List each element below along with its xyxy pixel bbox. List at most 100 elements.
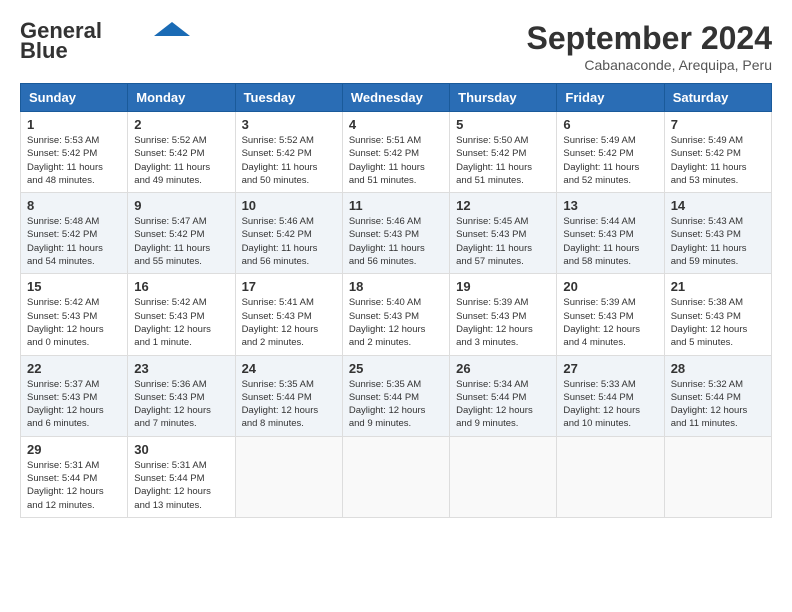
day-number: 24 (242, 361, 336, 376)
calendar-cell: 4 Sunrise: 5:51 AMSunset: 5:42 PMDaylight… (342, 112, 449, 193)
day-info: Sunrise: 5:46 AMSunset: 5:43 PMDaylight:… (349, 215, 443, 268)
calendar-cell: 3Sunrise: 5:52 AMSunset: 5:42 PMDaylight… (235, 112, 342, 193)
day-number: 6 (563, 117, 657, 132)
day-info: Sunrise: 5:50 AMSunset: 5:42 PMDaylight:… (456, 134, 550, 187)
day-number: 9 (134, 198, 228, 213)
calendar-table: SundayMondayTuesdayWednesdayThursdayFrid… (20, 83, 772, 518)
day-info: Sunrise: 5:35 AMSunset: 5:44 PMDaylight:… (242, 378, 336, 431)
calendar-cell: 18Sunrise: 5:40 AMSunset: 5:43 PMDayligh… (342, 274, 449, 355)
calendar-cell: 24 Sunrise: 5:35 AMSunset: 5:44 PMDayligh… (235, 355, 342, 436)
day-number: 12 (456, 198, 550, 213)
calendar-title: September 2024 (527, 20, 772, 57)
day-info: Sunrise: 5:47 AMSunset: 5:42 PMDaylight:… (134, 215, 228, 268)
day-number: 16 (134, 279, 228, 294)
col-header-sunday: Sunday (21, 84, 128, 112)
calendar-cell: 28Sunrise: 5:32 AMSunset: 5:44 PMDayligh… (664, 355, 771, 436)
day-number: 14 (671, 198, 765, 213)
calendar-cell: 7 Sunrise: 5:49 AMSunset: 5:42 PMDaylight… (664, 112, 771, 193)
calendar-cell: 21Sunrise: 5:38 AMSunset: 5:43 PMDayligh… (664, 274, 771, 355)
calendar-cell: 6 Sunrise: 5:49 AMSunset: 5:42 PMDaylight… (557, 112, 664, 193)
day-info: Sunrise: 5:48 AMSunset: 5:42 PMDaylight:… (27, 215, 121, 268)
day-number: 27 (563, 361, 657, 376)
day-info: Sunrise: 5:43 AMSunset: 5:43 PMDaylight:… (671, 215, 765, 268)
day-info: Sunrise: 5:31 AMSunset: 5:44 PMDaylight:… (134, 459, 228, 512)
calendar-cell: 5 Sunrise: 5:50 AMSunset: 5:42 PMDaylight… (450, 112, 557, 193)
calendar-cell: 13 Sunrise: 5:44 AMSunset: 5:43 PMDayligh… (557, 193, 664, 274)
day-number: 4 (349, 117, 443, 132)
calendar-cell (557, 436, 664, 517)
day-number: 1 (27, 117, 121, 132)
calendar-cell: 8 Sunrise: 5:48 AMSunset: 5:42 PMDaylight… (21, 193, 128, 274)
calendar-cell: 10 Sunrise: 5:46 AMSunset: 5:42 PMDayligh… (235, 193, 342, 274)
calendar-cell: 19 Sunrise: 5:39 AMSunset: 5:43 PMDayligh… (450, 274, 557, 355)
week-row-3: 15 Sunrise: 5:42 AMSunset: 5:43 PMDayligh… (21, 274, 772, 355)
day-info: Sunrise: 5:40 AMSunset: 5:43 PMDaylight:… (349, 296, 443, 349)
day-info: Sunrise: 5:33 AMSunset: 5:44 PMDaylight:… (563, 378, 657, 431)
calendar-cell (342, 436, 449, 517)
day-number: 8 (27, 198, 121, 213)
calendar-cell (664, 436, 771, 517)
day-number: 3 (242, 117, 336, 132)
day-info: Sunrise: 5:49 AMSunset: 5:42 PMDaylight:… (563, 134, 657, 187)
day-number: 25 (349, 361, 443, 376)
day-info: Sunrise: 5:44 AMSunset: 5:43 PMDaylight:… (563, 215, 657, 268)
day-number: 10 (242, 198, 336, 213)
day-info: Sunrise: 5:45 AMSunset: 5:43 PMDaylight:… (456, 215, 550, 268)
day-number: 7 (671, 117, 765, 132)
day-info: Sunrise: 5:34 AMSunset: 5:44 PMDaylight:… (456, 378, 550, 431)
col-header-tuesday: Tuesday (235, 84, 342, 112)
day-number: 13 (563, 198, 657, 213)
calendar-cell: 11Sunrise: 5:46 AMSunset: 5:43 PMDayligh… (342, 193, 449, 274)
calendar-cell: 12 Sunrise: 5:45 AMSunset: 5:43 PMDayligh… (450, 193, 557, 274)
day-info: Sunrise: 5:51 AMSunset: 5:42 PMDaylight:… (349, 134, 443, 187)
day-info: Sunrise: 5:46 AMSunset: 5:42 PMDaylight:… (242, 215, 336, 268)
calendar-cell: 14 Sunrise: 5:43 AMSunset: 5:43 PMDayligh… (664, 193, 771, 274)
day-number: 28 (671, 361, 765, 376)
day-number: 19 (456, 279, 550, 294)
calendar-cell: 25Sunrise: 5:35 AMSunset: 5:44 PMDayligh… (342, 355, 449, 436)
calendar-header-row: SundayMondayTuesdayWednesdayThursdayFrid… (21, 84, 772, 112)
day-info: Sunrise: 5:31 AMSunset: 5:44 PMDaylight:… (27, 459, 121, 512)
day-number: 2 (134, 117, 228, 132)
col-header-wednesday: Wednesday (342, 84, 449, 112)
day-info: Sunrise: 5:39 AMSunset: 5:43 PMDaylight:… (563, 296, 657, 349)
calendar-cell: 29 Sunrise: 5:31 AMSunset: 5:44 PMDayligh… (21, 436, 128, 517)
calendar-cell: 16 Sunrise: 5:42 AMSunset: 5:43 PMDayligh… (128, 274, 235, 355)
day-number: 20 (563, 279, 657, 294)
col-header-thursday: Thursday (450, 84, 557, 112)
calendar-cell: 17 Sunrise: 5:41 AMSunset: 5:43 PMDayligh… (235, 274, 342, 355)
col-header-monday: Monday (128, 84, 235, 112)
day-number: 23 (134, 361, 228, 376)
title-block: September 2024 Cabanaconde, Arequipa, Pe… (527, 20, 772, 73)
calendar-cell (235, 436, 342, 517)
day-info: Sunrise: 5:52 AMSunset: 5:42 PMDaylight:… (134, 134, 228, 187)
day-number: 17 (242, 279, 336, 294)
week-row-1: 1 Sunrise: 5:53 AMSunset: 5:42 PMDaylight… (21, 112, 772, 193)
day-number: 26 (456, 361, 550, 376)
day-number: 29 (27, 442, 121, 457)
day-number: 22 (27, 361, 121, 376)
day-info: Sunrise: 5:38 AMSunset: 5:43 PMDaylight:… (671, 296, 765, 349)
calendar-cell: 20 Sunrise: 5:39 AMSunset: 5:43 PMDayligh… (557, 274, 664, 355)
day-info: Sunrise: 5:36 AMSunset: 5:43 PMDaylight:… (134, 378, 228, 431)
day-number: 5 (456, 117, 550, 132)
day-info: Sunrise: 5:42 AMSunset: 5:43 PMDaylight:… (134, 296, 228, 349)
calendar-cell: 27 Sunrise: 5:33 AMSunset: 5:44 PMDayligh… (557, 355, 664, 436)
day-info: Sunrise: 5:53 AMSunset: 5:42 PMDaylight:… (27, 134, 121, 187)
calendar-cell (450, 436, 557, 517)
calendar-cell: 9 Sunrise: 5:47 AMSunset: 5:42 PMDaylight… (128, 193, 235, 274)
calendar-cell: 1 Sunrise: 5:53 AMSunset: 5:42 PMDaylight… (21, 112, 128, 193)
day-info: Sunrise: 5:42 AMSunset: 5:43 PMDaylight:… (27, 296, 121, 349)
logo: General Blue (20, 20, 190, 62)
calendar-cell: 30Sunrise: 5:31 AMSunset: 5:44 PMDayligh… (128, 436, 235, 517)
calendar-cell: 22Sunrise: 5:37 AMSunset: 5:43 PMDayligh… (21, 355, 128, 436)
day-info: Sunrise: 5:41 AMSunset: 5:43 PMDaylight:… (242, 296, 336, 349)
day-number: 15 (27, 279, 121, 294)
day-info: Sunrise: 5:49 AMSunset: 5:42 PMDaylight:… (671, 134, 765, 187)
day-info: Sunrise: 5:39 AMSunset: 5:43 PMDaylight:… (456, 296, 550, 349)
calendar-subtitle: Cabanaconde, Arequipa, Peru (527, 57, 772, 73)
week-row-4: 22Sunrise: 5:37 AMSunset: 5:43 PMDayligh… (21, 355, 772, 436)
week-row-2: 8 Sunrise: 5:48 AMSunset: 5:42 PMDaylight… (21, 193, 772, 274)
calendar-cell: 23 Sunrise: 5:36 AMSunset: 5:43 PMDayligh… (128, 355, 235, 436)
page-header: General Blue September 2024 Cabanaconde,… (20, 20, 772, 73)
